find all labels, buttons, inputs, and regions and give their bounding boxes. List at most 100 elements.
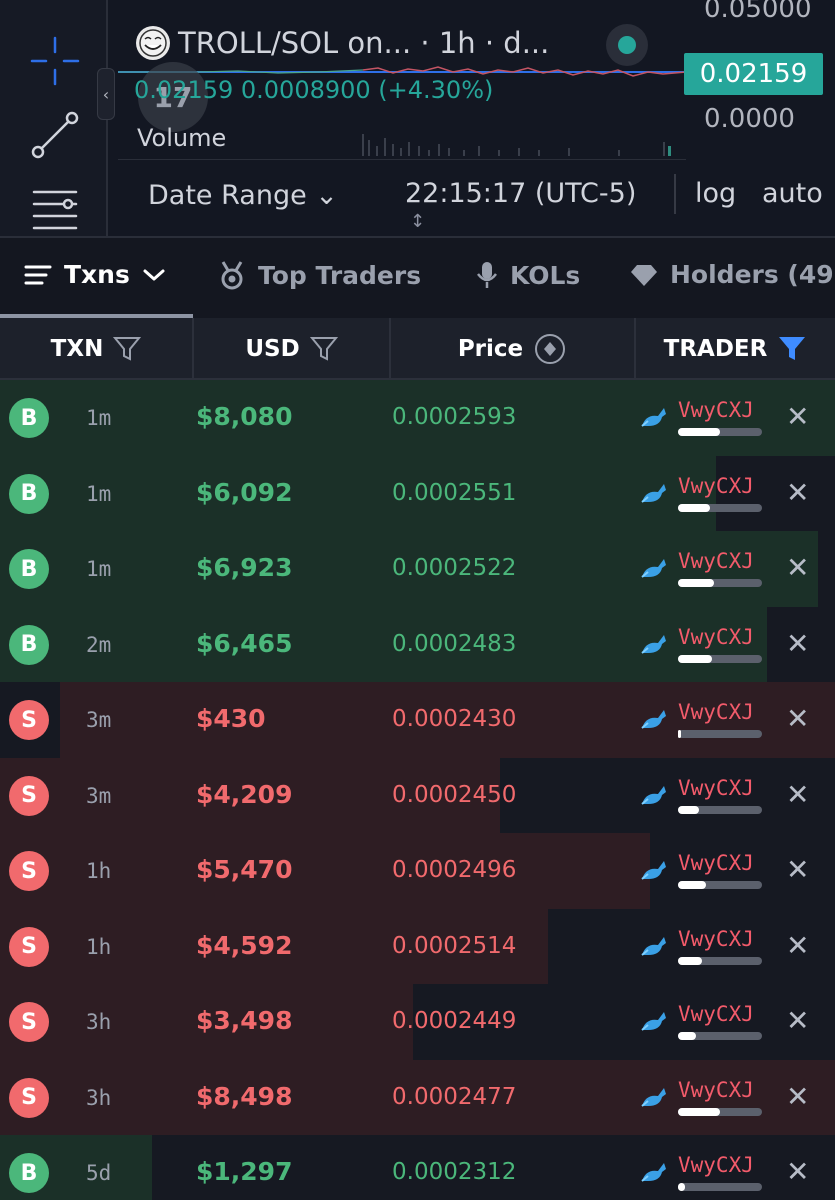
table-row[interactable]: S 3m $4,209 0.0002450 VwyCXJ ✕ [0,757,835,833]
trader-link[interactable]: VwyCXJ [678,398,754,422]
current-price-tag: 0.02159 [684,53,823,95]
trader-progress-bar [678,881,762,889]
table-row[interactable]: S 1h $5,470 0.0002496 VwyCXJ ✕ [0,833,835,909]
sell-badge: S [9,851,49,891]
close-icon[interactable]: ✕ [786,853,809,886]
tab-txns[interactable]: Txns [24,260,166,289]
trader-progress-bar [678,730,762,738]
close-icon[interactable]: ✕ [786,778,809,811]
trader-link[interactable]: VwyCXJ [678,851,754,875]
table-row[interactable]: S 3h $8,498 0.0002477 VwyCXJ ✕ [0,1059,835,1135]
whale-icon [640,1159,668,1189]
table-row[interactable]: B 2m $6,465 0.0002483 VwyCXJ ✕ [0,606,835,682]
status-dot-icon[interactable] [606,24,648,66]
buy-badge: B [9,624,49,665]
txn-price: 0.0002483 [392,630,517,657]
trader-link[interactable]: VwyCXJ [678,474,754,498]
auto-scale-toggle[interactable]: auto [762,178,823,209]
filter-active-icon[interactable] [777,335,807,363]
column-label: TXN [50,336,104,362]
txn-age: 3m [86,708,112,732]
table-row[interactable]: B 5d $1,297 0.0002312 VwyCXJ ✕ [0,1135,835,1200]
txn-age: 1m [86,557,112,581]
date-range-button[interactable]: Date Range ⌄ [148,180,338,211]
usd-value: $430 [196,704,266,733]
collapse-toolbar-button[interactable]: ‹ [97,68,115,120]
usd-value: $6,465 [196,628,293,658]
txns-screen: ‹ 17 TROLL/SOL on... · 1h · d... 0.02159… [0,0,835,1200]
filter-icon[interactable] [309,336,338,362]
buy-badge: B [9,398,49,438]
usd-value: $8,498 [196,1081,293,1111]
txn-price: 0.0002449 [392,1008,517,1034]
close-icon[interactable]: ✕ [786,702,809,735]
log-scale-toggle[interactable]: log [695,178,736,209]
chart-clock[interactable]: 22:15:17 (UTC-5) [405,178,636,209]
close-icon[interactable]: ✕ [786,929,809,962]
filter-icon[interactable] [113,336,142,362]
tab-holders[interactable]: Holders (49 [630,260,834,289]
txn-age: 3m [86,783,112,808]
symbol-title: TROLL/SOL on... · 1h · d... [178,26,550,60]
divider [674,174,676,214]
trader-link[interactable]: VwyCXJ [678,1078,754,1102]
txn-price: 0.0002593 [392,404,517,430]
close-icon[interactable]: ✕ [786,1004,809,1037]
whale-icon [640,933,668,963]
price-toggle-icon[interactable] [533,332,567,366]
column-label: USD [245,336,300,362]
table-row[interactable]: S 1h $4,592 0.0002514 VwyCXJ ✕ [0,908,835,984]
column-trader[interactable]: TRADER [636,318,835,380]
table-row[interactable]: S 3h $3,498 0.0002449 VwyCXJ ✕ [0,984,835,1060]
microphone-icon [477,262,497,288]
trader-link[interactable]: VwyCXJ [678,776,754,800]
txn-price: 0.0002430 [392,706,517,732]
close-icon[interactable]: ✕ [786,627,809,660]
usd-value: $6,092 [196,477,293,507]
table-row[interactable]: B 1m $6,092 0.0002551 VwyCXJ ✕ [0,455,835,531]
tab-bar: Txns Top Traders KOLs Holders (49 [0,236,835,318]
column-label: Price [457,336,524,362]
txn-age: 3h [86,1010,112,1034]
trader-progress-bar [678,1032,762,1040]
scale-label-bottom: 0.0000 [704,104,795,134]
close-icon[interactable]: ✕ [786,476,809,509]
txn-age: 2m [86,632,112,657]
txn-age: 1m [86,406,112,430]
trendline-icon[interactable] [20,108,90,162]
txn-age: 1m [86,481,112,506]
tab-label: KOLs [510,260,581,290]
trader-link[interactable]: VwyCXJ [678,1153,754,1177]
whale-icon [640,782,668,812]
close-icon[interactable]: ✕ [786,1080,809,1113]
trader-link[interactable]: VwyCXJ [678,1002,754,1026]
whale-icon [640,404,668,434]
column-price[interactable]: Price [391,318,636,380]
symbol-legend[interactable]: TROLL/SOL on... · 1h · d... [136,26,549,60]
table-row[interactable]: B 1m $6,923 0.0002522 VwyCXJ ✕ [0,531,835,607]
column-usd[interactable]: USD [194,318,391,380]
txn-price: 0.0002522 [392,555,517,581]
table-row[interactable]: B 1m $8,080 0.0002593 VwyCXJ ✕ [0,380,835,456]
column-txn[interactable]: TXN [0,318,194,380]
indicators-icon[interactable] [20,182,90,236]
trader-progress-bar [678,1183,762,1191]
usd-value: $1,297 [196,1157,293,1186]
trader-link[interactable]: VwyCXJ [678,549,754,573]
close-icon[interactable]: ✕ [786,400,809,433]
whale-icon [640,857,668,887]
trader-link[interactable]: VwyCXJ [678,700,754,724]
crosshair-icon[interactable] [20,34,90,88]
table-row[interactable]: S 3m $430 0.0002430 VwyCXJ ✕ [0,682,835,758]
tab-top-traders[interactable]: Top Traders [218,260,421,290]
tab-kols[interactable]: KOLs [476,260,580,290]
txn-price: 0.0002312 [392,1159,517,1185]
close-icon[interactable]: ✕ [786,551,809,584]
txn-age: 3h [86,1085,112,1110]
resize-handle-icon[interactable]: ↕ [410,212,425,232]
trader-link[interactable]: VwyCXJ [678,625,754,649]
trader-link[interactable]: VwyCXJ [678,927,754,951]
chevron-left-icon: ‹ [102,84,110,104]
whale-icon [640,631,668,661]
close-icon[interactable]: ✕ [786,1155,809,1188]
